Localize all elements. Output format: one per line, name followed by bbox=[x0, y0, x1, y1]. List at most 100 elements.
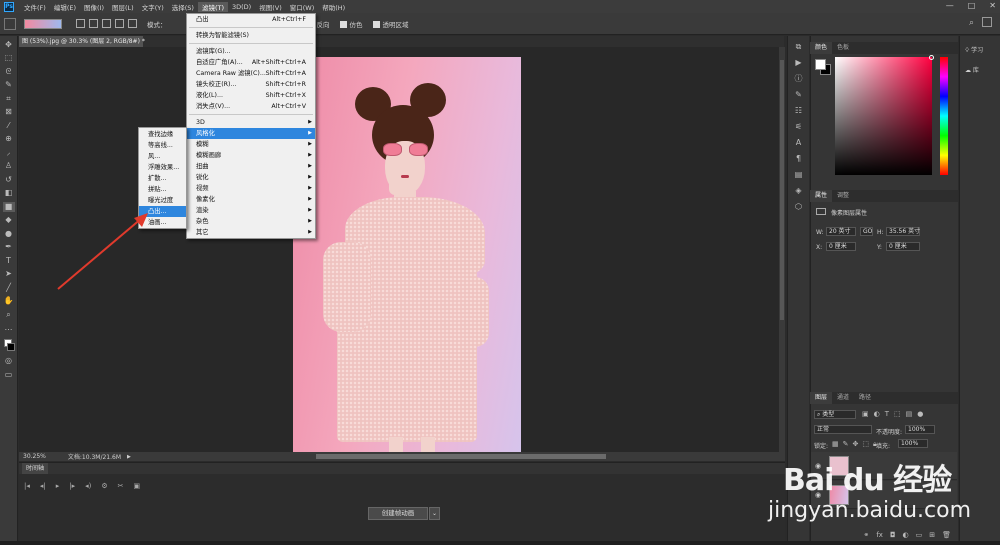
healing-tool-icon[interactable]: ⊕ bbox=[3, 134, 15, 144]
radial-gradient-button[interactable] bbox=[89, 19, 98, 28]
link-layers-icon[interactable]: ⚭ bbox=[863, 529, 869, 541]
menu-item-pixelate[interactable]: 像素化 ▶ bbox=[187, 194, 315, 205]
menu-item-extrude-last[interactable]: 凸出 Alt+Ctrl+F bbox=[187, 14, 315, 25]
menu-item-distort[interactable]: 扭曲 ▶ bbox=[187, 161, 315, 172]
blend-mode-select[interactable]: 正常 bbox=[814, 425, 872, 434]
width-field[interactable]: 20 英寸 bbox=[826, 227, 856, 236]
gradient-tool-icon[interactable] bbox=[4, 17, 16, 30]
menu-file[interactable]: 文件(F) bbox=[20, 2, 50, 12]
brush-settings-icon[interactable]: ✎ bbox=[794, 90, 804, 100]
quick-mask-icon[interactable]: ◎ bbox=[3, 356, 15, 366]
history-icon[interactable]: ⧉ bbox=[794, 42, 804, 52]
reflected-gradient-button[interactable] bbox=[115, 19, 124, 28]
filter-smart-icon[interactable]: ▤ bbox=[906, 410, 913, 418]
audio-icon[interactable]: ◂) bbox=[85, 482, 91, 490]
filter-pixel-icon[interactable]: ▣ bbox=[862, 410, 869, 418]
filter-adjustment-icon[interactable]: ◐ bbox=[874, 410, 880, 418]
brush-tool-icon[interactable]: ⸝ bbox=[3, 148, 15, 158]
submenu-item-diffuse[interactable]: 扩散... bbox=[139, 173, 186, 184]
diamond-gradient-button[interactable] bbox=[128, 19, 137, 28]
checkbox-icon[interactable] bbox=[372, 20, 380, 28]
tab-properties[interactable]: 属性 bbox=[810, 190, 833, 202]
menu-item-adaptive-wide-angle[interactable]: 自适应广角(A)... Alt+Shift+Ctrl+A bbox=[187, 57, 315, 68]
sliders-icon[interactable]: ⚟ bbox=[794, 122, 804, 132]
menu-item-3d[interactable]: 3D ▶ bbox=[187, 117, 315, 128]
adjustment-layer-icon[interactable]: ◐ bbox=[903, 529, 909, 541]
menu-item-camera-raw[interactable]: Camera Raw 滤镜(C)... Shift+Ctrl+A bbox=[187, 68, 315, 79]
status-arrow-icon[interactable]: ▶ bbox=[127, 454, 131, 460]
y-field[interactable]: 0 厘米 bbox=[886, 242, 920, 251]
lock-artboard-icon[interactable]: ⬚ bbox=[862, 440, 869, 449]
chevron-down-icon[interactable]: ⌄ bbox=[429, 507, 440, 520]
new-group-icon[interactable]: ▭ bbox=[916, 529, 923, 541]
character-icon[interactable]: A bbox=[794, 138, 804, 148]
previous-frame-icon[interactable]: ◂| bbox=[40, 482, 46, 490]
submenu-item-find-edges[interactable]: 查找边缘 bbox=[139, 129, 186, 140]
history-brush-tool-icon[interactable]: ↺ bbox=[3, 175, 15, 185]
add-mask-icon[interactable]: ◘ bbox=[890, 529, 896, 541]
tab-adjustments[interactable]: 调整 bbox=[832, 190, 854, 202]
move-tool-icon[interactable]: ✥ bbox=[3, 40, 15, 50]
filter-toggle-icon[interactable]: ● bbox=[917, 410, 923, 418]
menu-select[interactable]: 选择(S) bbox=[168, 2, 198, 12]
close-button[interactable]: ✕ bbox=[989, 1, 996, 10]
tab-swatches[interactable]: 色板 bbox=[832, 42, 854, 54]
menu-item-noise[interactable]: 杂色 ▶ bbox=[187, 216, 315, 227]
more-tools-icon[interactable]: … bbox=[3, 323, 15, 333]
link-dimensions-button[interactable]: GO bbox=[860, 227, 873, 236]
lock-position-icon[interactable]: ✥ bbox=[853, 440, 859, 449]
menu-layer[interactable]: 图层(L) bbox=[108, 2, 138, 12]
filter-shape-icon[interactable]: ⬚ bbox=[894, 410, 901, 418]
path-select-tool-icon[interactable]: ➤ bbox=[3, 269, 15, 279]
tab-paths[interactable]: 路径 bbox=[854, 392, 876, 404]
delete-layer-icon[interactable]: 🗑︎ bbox=[942, 529, 951, 541]
hand-tool-icon[interactable]: ✋ bbox=[3, 296, 15, 306]
menu-item-sharpen[interactable]: 锐化 ▶ bbox=[187, 172, 315, 183]
crop-tool-icon[interactable]: ⌗ bbox=[3, 94, 15, 104]
background-color-swatch[interactable] bbox=[6, 342, 15, 351]
menu-window[interactable]: 窗口(W) bbox=[286, 2, 319, 12]
zoom-level[interactable]: 30.25% bbox=[23, 453, 46, 460]
menu-image[interactable]: 图像(I) bbox=[80, 2, 108, 12]
height-field[interactable]: 35.56 英寸 bbox=[886, 227, 920, 236]
menu-item-liquify[interactable]: 液化(L)... Shift+Ctrl+X bbox=[187, 90, 315, 101]
shape-tool-icon[interactable]: ╱ bbox=[3, 283, 15, 293]
fill-field[interactable]: 100% bbox=[898, 439, 928, 448]
3d-icon[interactable]: ⬡ bbox=[794, 202, 804, 212]
next-frame-icon[interactable]: |▸ bbox=[69, 482, 75, 490]
linear-gradient-button[interactable] bbox=[76, 19, 85, 28]
libraries-icon[interactable]: ▤ bbox=[794, 170, 804, 180]
tab-layers[interactable]: 图层 bbox=[810, 392, 833, 404]
color-swatches[interactable] bbox=[3, 337, 15, 353]
menu-type[interactable]: 文字(Y) bbox=[138, 2, 168, 12]
filter-type-icon[interactable]: T bbox=[885, 410, 889, 418]
stamp-tool-icon[interactable]: ♙ bbox=[3, 161, 15, 171]
document-tab[interactable]: 图 (53%).jpg @ 30.3% (图层 2, RGB/8#) * bbox=[19, 36, 145, 47]
menu-item-filter-gallery[interactable]: 滤镜库(G)... bbox=[187, 46, 315, 57]
new-layer-icon[interactable]: ⊞ bbox=[929, 529, 935, 541]
color-picker-cursor[interactable] bbox=[929, 55, 934, 60]
transparency-option[interactable]: 透明区域 bbox=[372, 19, 409, 29]
settings-icon[interactable]: ⚙ bbox=[101, 482, 107, 490]
submenu-item-tiles[interactable]: 拼贴... bbox=[139, 184, 186, 195]
menu-item-blur-gallery[interactable]: 模糊画廊 ▶ bbox=[187, 150, 315, 161]
blur-tool-icon[interactable]: ◆ bbox=[3, 215, 15, 225]
type-tool-icon[interactable]: T bbox=[3, 256, 15, 266]
menu-item-other[interactable]: 其它 ▶ bbox=[187, 227, 315, 238]
eyedropper-tool-icon[interactable]: ⁄ bbox=[3, 121, 15, 131]
menu-3d[interactable]: 3D(D) bbox=[228, 3, 255, 11]
transition-icon[interactable]: ▣ bbox=[134, 482, 141, 490]
menu-item-video[interactable]: 视频 ▶ bbox=[187, 183, 315, 194]
learn-item[interactable]: 💡︎ 学习 bbox=[965, 45, 1000, 55]
layer-kind-filter[interactable]: ⌕ 类型 bbox=[814, 410, 856, 419]
document-info[interactable]: 文档:10.3M/21.6M bbox=[68, 452, 121, 461]
gradient-tool-icon[interactable]: ■ bbox=[2, 201, 15, 212]
opacity-field[interactable]: 100% bbox=[905, 425, 935, 434]
menu-item-convert-smart-filter[interactable]: 转换为智能滤镜(S) bbox=[187, 30, 315, 41]
color-picker-field[interactable] bbox=[835, 57, 932, 175]
zoom-tool-icon[interactable]: ⌕ bbox=[3, 310, 15, 320]
canvas-photo[interactable] bbox=[293, 57, 521, 452]
menu-view[interactable]: 视图(V) bbox=[255, 2, 286, 12]
gradient-picker[interactable] bbox=[24, 18, 62, 29]
first-frame-icon[interactable]: |◂ bbox=[24, 482, 30, 490]
